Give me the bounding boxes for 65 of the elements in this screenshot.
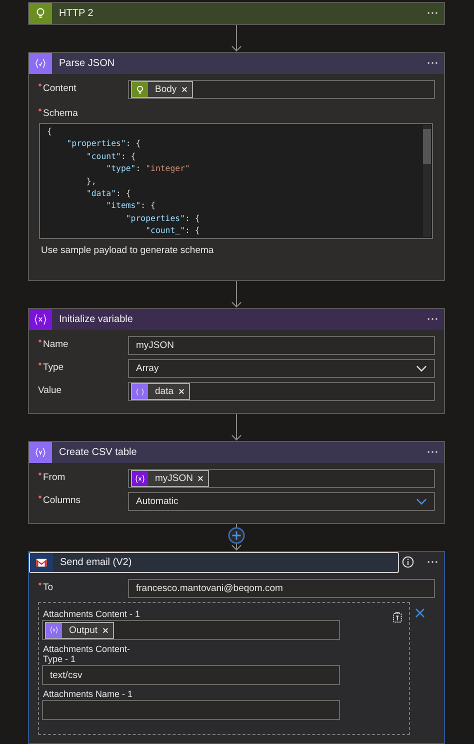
field-label: From bbox=[43, 472, 66, 483]
card-header[interactable]: Initialize variable bbox=[29, 309, 444, 330]
field-label: Schema bbox=[43, 108, 78, 119]
card-header[interactable]: Parse JSON bbox=[29, 53, 444, 74]
chevron-down-icon[interactable] bbox=[416, 498, 427, 505]
card-title: Parse JSON bbox=[59, 58, 115, 69]
remove-icon[interactable] bbox=[178, 388, 184, 395]
input-field[interactable]: Body bbox=[128, 80, 435, 99]
token-chip[interactable]: data bbox=[131, 383, 190, 400]
braces-icon bbox=[49, 625, 59, 635]
more-icon[interactable] bbox=[427, 450, 438, 454]
token-chip[interactable]: Output bbox=[45, 622, 114, 638]
card-title: HTTP 2 bbox=[59, 8, 94, 19]
card-header[interactable]: Create CSV table bbox=[29, 442, 444, 463]
card-header[interactable]: HTTP 2 bbox=[29, 3, 444, 24]
dropdown[interactable]: Array bbox=[128, 359, 435, 378]
generate-schema-link[interactable]: Use sample payload to generate schema bbox=[41, 245, 435, 256]
field-label: Type bbox=[43, 362, 64, 373]
code-editor[interactable]: { "properties": { "count": { "type": "integer" }, "data": { "items": { "properties": { "count_": { bbox=[39, 123, 433, 239]
field-label: Value bbox=[38, 385, 62, 396]
close-icon[interactable] bbox=[415, 608, 425, 618]
code-line: { bbox=[47, 125, 53, 138]
more-icon[interactable] bbox=[427, 11, 438, 15]
code-line: }, bbox=[85, 174, 98, 187]
field-label: Attachments Content - 1 bbox=[43, 609, 142, 619]
card-header[interactable]: Send email (V2) bbox=[29, 552, 399, 573]
card-title: Create CSV table bbox=[59, 447, 137, 458]
input-field[interactable]: text/csv bbox=[42, 665, 340, 685]
input-field[interactable] bbox=[42, 700, 340, 720]
card-title: Send email (V2) bbox=[60, 557, 132, 568]
more-icon[interactable] bbox=[427, 61, 438, 65]
code-line: "properties": { bbox=[124, 212, 201, 224]
dropdown[interactable]: Automatic bbox=[128, 492, 435, 511]
input-field[interactable]: myJSON bbox=[128, 469, 435, 488]
input-field[interactable]: myJSON bbox=[128, 336, 435, 355]
code-line: "properties": { bbox=[66, 137, 142, 150]
input-field[interactable]: Output bbox=[42, 620, 340, 640]
field-label: Content bbox=[43, 83, 76, 94]
remove-icon[interactable] bbox=[197, 475, 204, 482]
variable-icon bbox=[135, 474, 145, 484]
field-label: Attachments Name - 1 bbox=[43, 689, 134, 699]
token-chip[interactable]: myJSON bbox=[131, 470, 209, 487]
code-line: "data": { bbox=[85, 186, 132, 200]
code-line: "items": { bbox=[105, 199, 156, 212]
remove-icon[interactable] bbox=[180, 86, 188, 93]
delete-icon[interactable] bbox=[391, 611, 403, 623]
braces-icon bbox=[135, 386, 145, 396]
code-line: "count_": { bbox=[144, 224, 201, 237]
scrollbar[interactable] bbox=[423, 125, 431, 237]
card-title: Initialize variable bbox=[59, 314, 133, 325]
remove-icon[interactable] bbox=[102, 626, 109, 634]
field-label: Columns bbox=[43, 495, 80, 506]
code-line: "type": "integer" bbox=[105, 162, 191, 175]
more-icon[interactable] bbox=[427, 560, 438, 564]
more-icon[interactable] bbox=[427, 317, 438, 321]
field-label: Name bbox=[43, 339, 68, 350]
code-line: "count": { bbox=[85, 150, 137, 162]
field-label: To bbox=[43, 582, 54, 593]
info-icon[interactable] bbox=[402, 556, 414, 568]
input-field[interactable]: data bbox=[128, 382, 435, 401]
lightbulb-icon bbox=[135, 84, 145, 94]
add-step-button[interactable] bbox=[228, 527, 245, 544]
token-chip[interactable]: Body bbox=[131, 81, 193, 98]
field-label: Attachments Content-Type - 1 bbox=[43, 644, 132, 664]
input-field[interactable]: francesco.mantovani@beqom.com bbox=[128, 579, 435, 598]
